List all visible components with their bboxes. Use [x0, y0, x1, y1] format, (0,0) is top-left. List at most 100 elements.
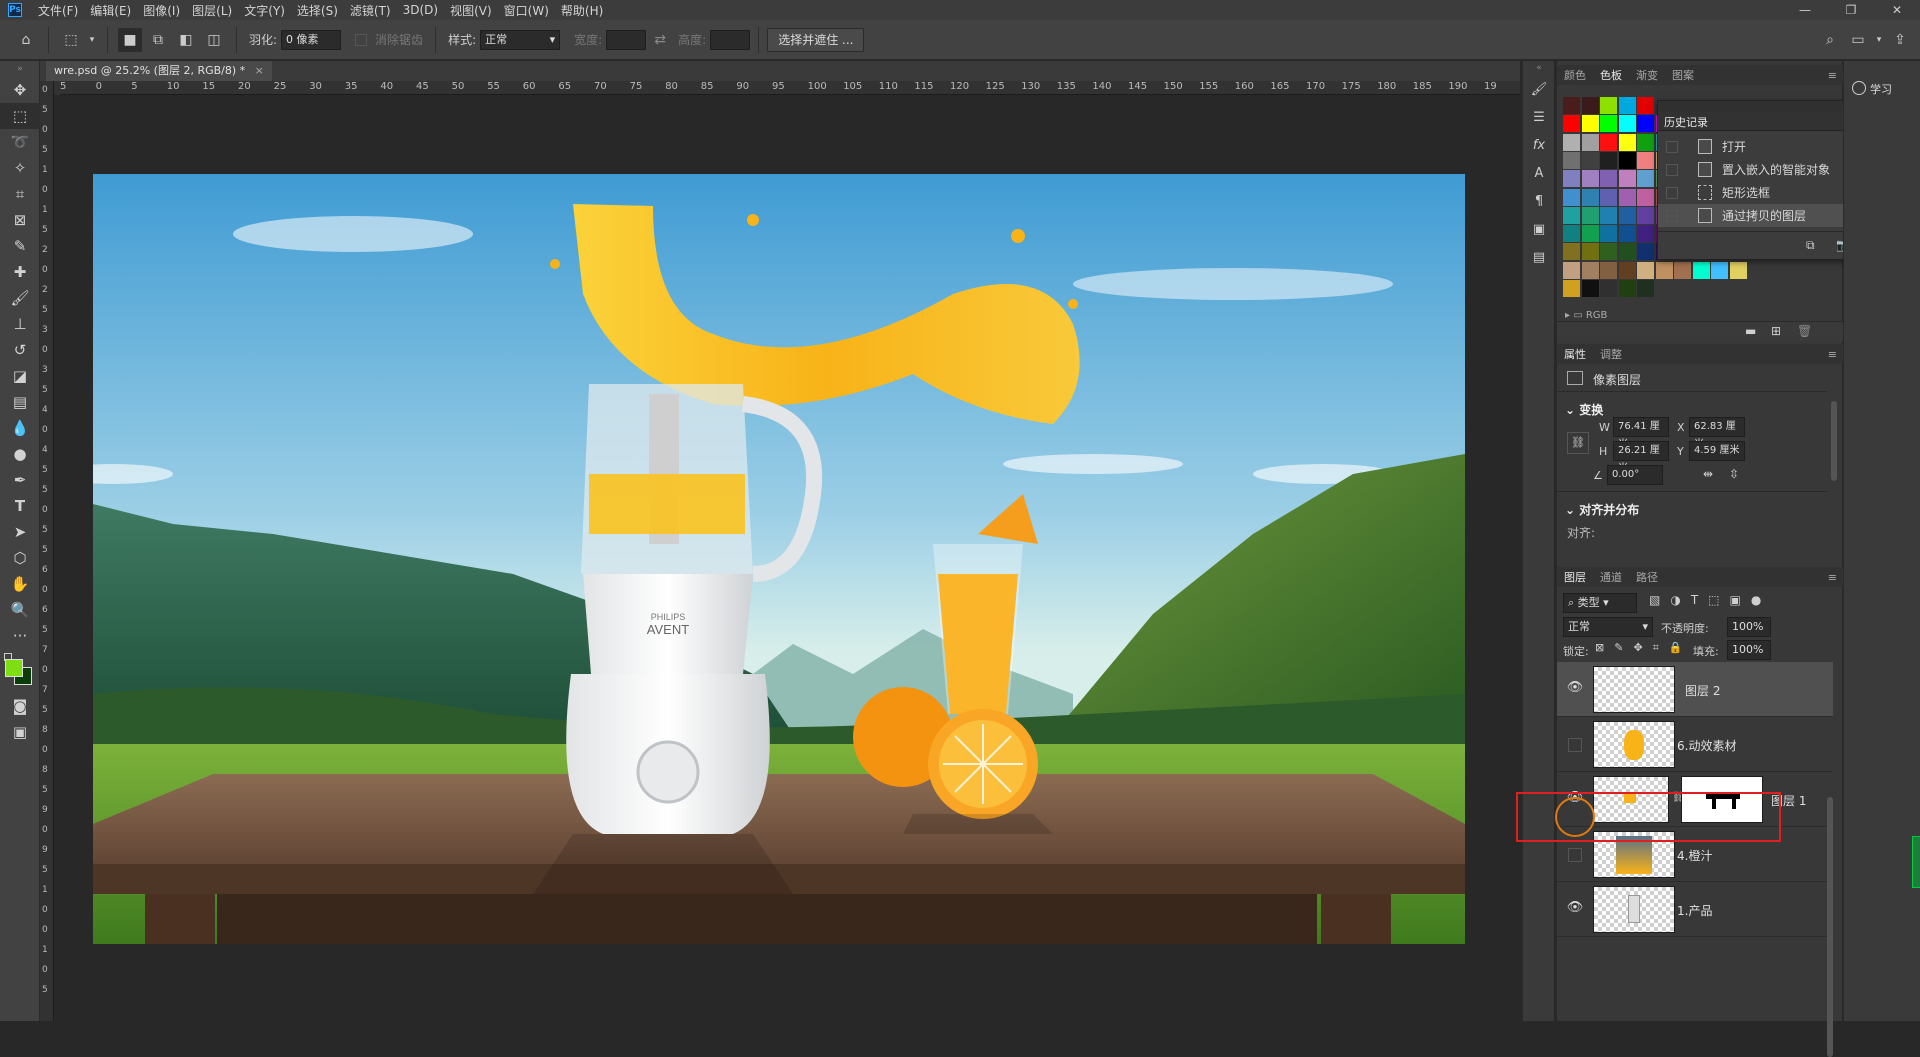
brush-tool-icon[interactable]: 🖌: [0, 285, 40, 311]
tab-properties[interactable]: 属性: [1557, 346, 1593, 362]
visibility-toggle[interactable]: [1568, 738, 1582, 752]
height-field[interactable]: 26.21 厘米: [1613, 441, 1669, 474]
color-swatch[interactable]: [1581, 151, 1599, 169]
tab-paths[interactable]: 路径: [1629, 569, 1665, 585]
tab-patterns[interactable]: 图案: [1665, 67, 1701, 83]
lock-artboard-icon[interactable]: ⌗: [1653, 641, 1659, 655]
color-swatch[interactable]: [1600, 225, 1617, 243]
menu-window[interactable]: 窗口(W): [498, 2, 555, 19]
chevron-down-icon[interactable]: ▾: [1874, 28, 1884, 52]
stamp-tool-icon[interactable]: ⊥: [0, 311, 40, 337]
brush-settings-icon[interactable]: 🖌: [1523, 75, 1555, 103]
document-canvas[interactable]: PHILIPS AVENT: [93, 174, 1465, 944]
layers-scrollbar[interactable]: [1827, 797, 1833, 1057]
menu-type[interactable]: 文字(Y): [238, 2, 291, 19]
menu-edit[interactable]: 编辑(E): [84, 2, 137, 19]
new-document-icon[interactable]: ⧉: [1806, 238, 1815, 253]
hand-tool-icon[interactable]: ✋: [0, 571, 40, 597]
visibility-toggle[interactable]: [1568, 848, 1582, 862]
subtract-selection-icon[interactable]: ◧: [174, 28, 198, 52]
navigator-icon[interactable]: ▣: [1523, 215, 1555, 243]
collapse-icon[interactable]: »: [0, 61, 40, 77]
pen-tool-icon[interactable]: ✒: [0, 467, 40, 493]
type-tool-icon[interactable]: T: [0, 493, 40, 519]
minimize-icon[interactable]: —: [1782, 0, 1828, 20]
color-swatch[interactable]: [1581, 225, 1599, 243]
new-swatch-icon[interactable]: ⊞: [1771, 324, 1781, 338]
swatch-group[interactable]: ▸ ▭ RGB: [1565, 310, 1607, 321]
restore-icon[interactable]: ❐: [1828, 0, 1874, 20]
quick-mask-icon[interactable]: ◙: [0, 693, 40, 719]
color-swatch[interactable]: [1581, 261, 1599, 279]
menu-help[interactable]: 帮助(H): [555, 2, 609, 19]
color-swatch[interactable]: [1600, 151, 1617, 169]
tab-gradients[interactable]: 渐变: [1629, 67, 1665, 83]
color-swatch[interactable]: [1563, 133, 1580, 151]
learn-label[interactable]: 学习: [1870, 81, 1892, 97]
color-swatch[interactable]: [1637, 133, 1654, 151]
color-swatch[interactable]: [1581, 115, 1599, 133]
color-swatch[interactable]: [1618, 188, 1636, 206]
lock-transparent-icon[interactable]: ⊠: [1595, 641, 1604, 655]
adjustments-icon[interactable]: ☰: [1523, 103, 1555, 131]
opacity-field[interactable]: 100%: [1727, 617, 1771, 637]
move-tool-icon[interactable]: ✥: [0, 77, 40, 103]
color-swatch[interactable]: [1600, 115, 1617, 133]
dodge-tool-icon[interactable]: ●: [0, 441, 40, 467]
layer-row[interactable]: 👁 1.产品: [1557, 882, 1833, 937]
height-input[interactable]: [710, 29, 751, 50]
tab-adjustments[interactable]: 调整: [1593, 346, 1629, 362]
x-field[interactable]: 62.83 厘米: [1689, 417, 1745, 450]
collapse-icon[interactable]: «: [1523, 61, 1555, 75]
color-swatch[interactable]: [1729, 261, 1747, 279]
color-swatch[interactable]: [1637, 261, 1654, 279]
paragraph-icon[interactable]: ¶: [1523, 187, 1555, 215]
width-field[interactable]: 76.41 厘米: [1613, 417, 1669, 450]
color-swatch[interactable]: [1581, 133, 1599, 151]
chevron-down-icon[interactable]: ▾: [87, 28, 97, 52]
menu-view[interactable]: 视图(V): [444, 2, 498, 19]
color-swatch[interactable]: [1563, 170, 1580, 188]
color-swatch[interactable]: [1692, 261, 1710, 279]
eyedropper-tool-icon[interactable]: ✎: [0, 233, 40, 259]
lock-position-icon[interactable]: ✥: [1633, 641, 1642, 655]
color-swatch[interactable]: [1563, 225, 1580, 243]
more-tools-icon[interactable]: ···: [0, 623, 40, 649]
new-group-icon[interactable]: ▬: [1745, 324, 1756, 338]
workspace-icon[interactable]: ▭: [1846, 28, 1870, 52]
shape-filter-icon[interactable]: ⬚: [1708, 593, 1719, 607]
text-filter-icon[interactable]: T: [1691, 593, 1698, 607]
color-swatch[interactable]: [1637, 97, 1654, 114]
menu-filter[interactable]: 滤镜(T): [344, 2, 397, 19]
antialias-checkbox[interactable]: [355, 33, 368, 46]
color-swatch[interactable]: [1563, 151, 1580, 169]
style-select[interactable]: 正常 ▾: [480, 29, 561, 50]
gradient-tool-icon[interactable]: ▤: [0, 389, 40, 415]
menu-image[interactable]: 图像(I): [137, 2, 186, 19]
flip-vertical-icon[interactable]: ⇳: [1729, 467, 1739, 481]
zoom-tool-icon[interactable]: 🔍: [0, 597, 40, 623]
color-swatch[interactable]: [1600, 170, 1617, 188]
angle-field[interactable]: 0.00°: [1607, 465, 1663, 485]
menu-select[interactable]: 选择(S): [291, 2, 344, 19]
color-swatch[interactable]: [1600, 133, 1617, 151]
align-header[interactable]: ⌄ 对齐并分布: [1565, 501, 1639, 518]
delete-icon[interactable]: 🗑: [1797, 324, 1812, 338]
color-swatch[interactable]: [1637, 115, 1654, 133]
color-swatch[interactable]: [1563, 280, 1580, 297]
smart-filter-icon[interactable]: ▣: [1730, 593, 1741, 607]
foreground-color[interactable]: [5, 659, 23, 677]
color-swatch[interactable]: [1618, 261, 1636, 279]
layer-row[interactable]: 👁 图层 2: [1557, 662, 1833, 717]
adjust-filter-icon[interactable]: ◑: [1670, 593, 1680, 607]
new-selection-icon[interactable]: ■: [118, 27, 142, 52]
fx-icon[interactable]: fx: [1523, 131, 1555, 159]
color-swatch[interactable]: [1600, 97, 1617, 114]
flip-horizontal-icon[interactable]: ⇹: [1703, 467, 1713, 481]
notes-icon[interactable]: ▤: [1523, 243, 1555, 271]
color-swatch[interactable]: [1637, 280, 1654, 297]
link-icon[interactable]: ⛓: [1567, 432, 1589, 454]
tab-channels[interactable]: 通道: [1593, 569, 1629, 585]
color-swatch[interactable]: [1618, 225, 1636, 243]
marquee-tool-icon[interactable]: ⬚: [59, 28, 83, 52]
